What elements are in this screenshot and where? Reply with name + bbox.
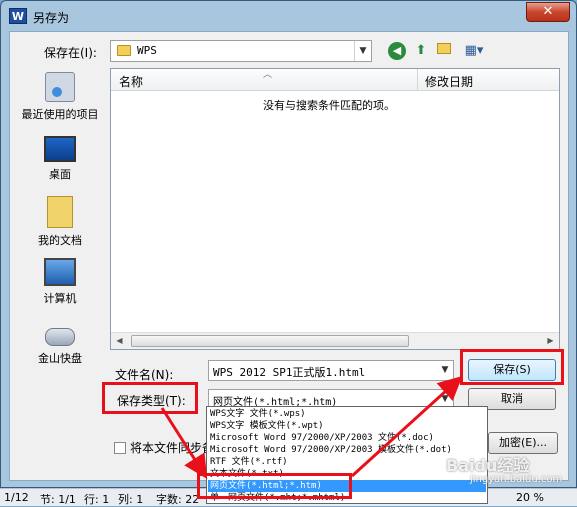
chevron-down-icon[interactable]: ▼ <box>437 361 453 380</box>
status-word-count: 字数: 22 <box>156 493 200 506</box>
filetype-option[interactable]: Microsoft Word 97/2000/XP/2003 文件(*.doc) <box>208 432 486 444</box>
save-button[interactable]: 保存(S) <box>468 359 556 381</box>
close-icon: ✕ <box>542 4 554 19</box>
status-column: 列: 1 <box>118 493 144 506</box>
recent-items-icon <box>45 72 75 102</box>
watermark-url: jingyan.baidu.com <box>470 474 563 485</box>
new-folder-icon[interactable] <box>434 42 454 60</box>
save-in-label: 保存在(I): <box>44 46 97 60</box>
filetype-option[interactable]: WPS文字 文件(*.wps) <box>208 408 486 420</box>
filename-input[interactable]: WPS 2012 SP1正式版1.html ▼ <box>208 360 454 381</box>
sync-label: 将本文件同步备 <box>130 441 215 455</box>
computer-icon <box>44 258 76 286</box>
close-button[interactable]: ✕ <box>526 2 570 22</box>
scroll-left-icon[interactable]: ◀ <box>111 333 128 349</box>
place-kuaipan[interactable]: 金山快盘 <box>10 320 110 366</box>
window-title: 另存为 <box>33 11 70 25</box>
folder-icon <box>117 45 131 56</box>
filename-value: WPS 2012 SP1正式版1.html <box>213 366 366 379</box>
column-header-row: 名称 ︿ 修改日期 <box>111 69 559 91</box>
filetype-option[interactable]: WPS文字 模板文件(*.wpt) <box>208 420 486 432</box>
status-page: 1/12 <box>4 491 29 504</box>
title-bar[interactable]: W 另存为 ✕ <box>1 1 576 31</box>
watermark-logo: Baidu经验 <box>446 456 530 475</box>
filetype-option[interactable]: RTF 文件(*.rtf) <box>208 456 486 468</box>
sync-checkbox[interactable] <box>114 442 126 454</box>
place-computer[interactable]: 计算机 <box>10 258 110 306</box>
wps-app-icon: W <box>9 8 27 24</box>
places-bar: 最近使用的项目 桌面 我的文档 计算机 金山快盘 <box>10 68 110 368</box>
place-label: 我的文档 <box>38 234 82 247</box>
horizontal-scrollbar[interactable]: ◀ ▶ <box>111 332 559 349</box>
kuaipan-icon <box>45 328 75 346</box>
filetype-label: 保存类型(T): <box>117 394 186 408</box>
selected-option-highlight <box>197 473 352 499</box>
empty-list-message: 没有与搜索条件匹配的项。 <box>263 99 395 112</box>
place-my-documents[interactable]: 我的文档 <box>10 196 110 248</box>
sync-option[interactable]: 将本文件同步备 <box>114 439 214 456</box>
scroll-right-icon[interactable]: ▶ <box>542 333 559 349</box>
status-zoom[interactable]: 20 % <box>516 491 544 504</box>
back-arrow-icon[interactable]: ◀ <box>388 42 406 60</box>
up-folder-icon[interactable]: ⬆ <box>412 42 430 60</box>
column-header-modified-date[interactable]: 修改日期 <box>425 73 473 90</box>
place-label: 计算机 <box>43 292 77 305</box>
filename-label: 文件名(N): <box>115 368 174 382</box>
scrollbar-thumb[interactable] <box>131 335 409 347</box>
status-section: 节: 1/1 <box>40 493 76 506</box>
place-recent-items[interactable]: 最近使用的项目 <box>10 72 110 122</box>
save-in-combo[interactable]: WPS ▼ <box>110 40 372 62</box>
file-list[interactable]: 名称 ︿ 修改日期 没有与搜索条件匹配的项。 ◀ ▶ <box>110 68 560 350</box>
filetype-option[interactable]: Microsoft Word 97/2000/XP/2003 模板文件(*.do… <box>208 444 486 456</box>
place-label: 金山快盘 <box>38 352 82 365</box>
views-menu-icon[interactable]: ▦▾ <box>458 42 490 60</box>
chevron-down-icon[interactable]: ▼ <box>354 41 371 61</box>
place-label: 最近使用的项目 <box>21 108 99 121</box>
filetype-label-highlight: 保存类型(T): <box>102 382 198 414</box>
sort-ascending-icon: ︿ <box>263 70 273 80</box>
desktop-icon <box>44 136 76 162</box>
encrypt-button[interactable]: 加密(E)... <box>488 432 558 454</box>
save-in-value: WPS <box>137 44 157 57</box>
status-line: 行: 1 <box>84 493 110 506</box>
column-divider[interactable] <box>417 69 418 91</box>
place-label: 桌面 <box>49 168 71 181</box>
my-documents-icon <box>47 196 73 228</box>
column-header-name[interactable]: 名称 <box>119 73 143 90</box>
place-desktop[interactable]: 桌面 <box>10 136 110 182</box>
